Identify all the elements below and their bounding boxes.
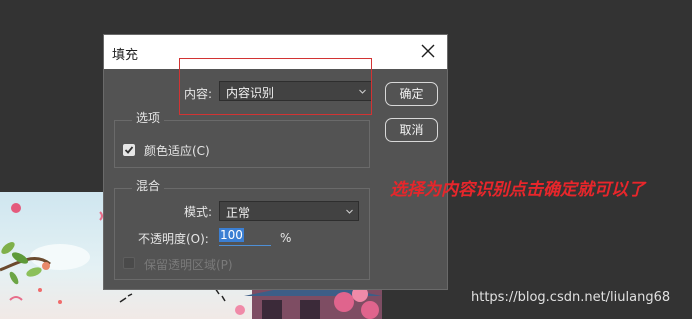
dialog-title: 填充	[112, 48, 139, 63]
fill-dialog: 填充 内容: 内容识别 确定 取消 选项 颜色适应(C) 混合 模式: 正常 不…	[103, 34, 448, 290]
ok-button[interactable]: 确定	[385, 82, 438, 106]
options-group-title: 选项	[132, 109, 165, 126]
preserve-transparency-checkbox[interactable]	[123, 257, 135, 269]
opacity-unit: %	[280, 231, 292, 245]
opacity-value: 100	[219, 228, 244, 242]
color-adapt-checkbox[interactable]	[123, 144, 135, 156]
opacity-input[interactable]: 100	[219, 228, 271, 246]
mode-label: 模式:	[184, 205, 213, 219]
chevron-down-icon	[346, 209, 353, 214]
preserve-transparency-label: 保留透明区域(P)	[144, 258, 233, 272]
blending-group-title: 混合	[132, 177, 165, 194]
annotation-text: 选择为内容识别点击确定就可以了	[390, 180, 645, 200]
checkmark-icon	[124, 146, 134, 154]
content-highlight-box	[179, 58, 372, 115]
watermark: https://blog.csdn.net/liulang68	[471, 290, 671, 305]
mode-select[interactable]: 正常	[219, 201, 359, 221]
color-adapt-label: 颜色适应(C)	[144, 144, 210, 158]
opacity-label: 不透明度(O):	[138, 232, 209, 246]
close-icon[interactable]	[420, 43, 436, 59]
mode-select-value: 正常	[226, 206, 251, 220]
cancel-button[interactable]: 取消	[385, 118, 438, 142]
